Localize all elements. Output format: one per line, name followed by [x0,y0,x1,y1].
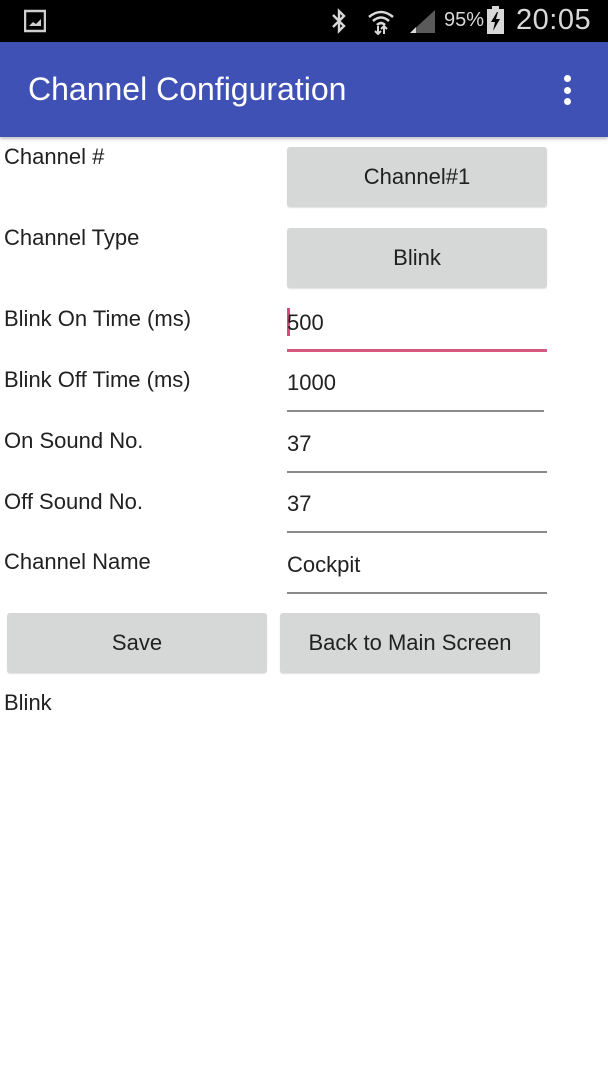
overflow-menu-icon[interactable] [552,72,582,108]
channel-name-value: Cockpit [287,552,361,577]
channel-type-status-text: Blink [4,690,52,715]
blink-on-time-label: Blink On Time (ms) [4,306,192,331]
channel-type-button[interactable]: Blink [287,228,547,288]
battery-percentage: 95% [444,9,485,31]
on-sound-input[interactable]: 37 [287,427,547,473]
cell-signal-icon [410,10,435,33]
channel-type-label: Channel Type [4,225,140,250]
blink-off-time-input[interactable]: 1000 [287,366,544,412]
on-sound-value: 37 [287,431,312,456]
off-sound-input[interactable]: 37 [287,487,547,533]
menu-dot [563,86,571,94]
blink-on-time-input[interactable]: 500 [287,306,547,352]
off-sound-label: Off Sound No. [4,489,144,514]
blink-off-time-value: 1000 [287,370,336,395]
clock: 20:05 [516,4,592,36]
input-underline [287,410,544,412]
wifi-icon [368,10,394,36]
menu-dot [563,98,571,105]
channel-number-button[interactable]: Channel#1 [287,147,547,207]
page-title: Channel Configuration [28,71,347,107]
channel-name-input[interactable]: Cockpit [287,548,547,594]
system-status-bar: 95% 20:05 [0,0,608,42]
save-button[interactable]: Save [7,613,267,673]
input-underline [287,592,547,594]
off-sound-value: 37 [287,491,312,516]
app-bar: Channel Configuration [0,42,608,137]
input-underline [287,531,547,533]
bluetooth-icon [332,8,346,34]
input-underline [287,471,547,473]
input-underline [287,349,547,352]
channel-name-label: Channel Name [4,549,151,574]
blink-on-time-value: 500 [287,310,324,335]
gallery-icon [24,9,46,33]
blink-off-time-label: Blink Off Time (ms) [4,367,191,392]
on-sound-label: On Sound No. [4,428,144,453]
menu-dot [563,75,571,82]
battery-charging-icon [487,6,504,34]
back-to-main-button[interactable]: Back to Main Screen [280,613,540,673]
channel-number-label: Channel # [4,144,105,169]
